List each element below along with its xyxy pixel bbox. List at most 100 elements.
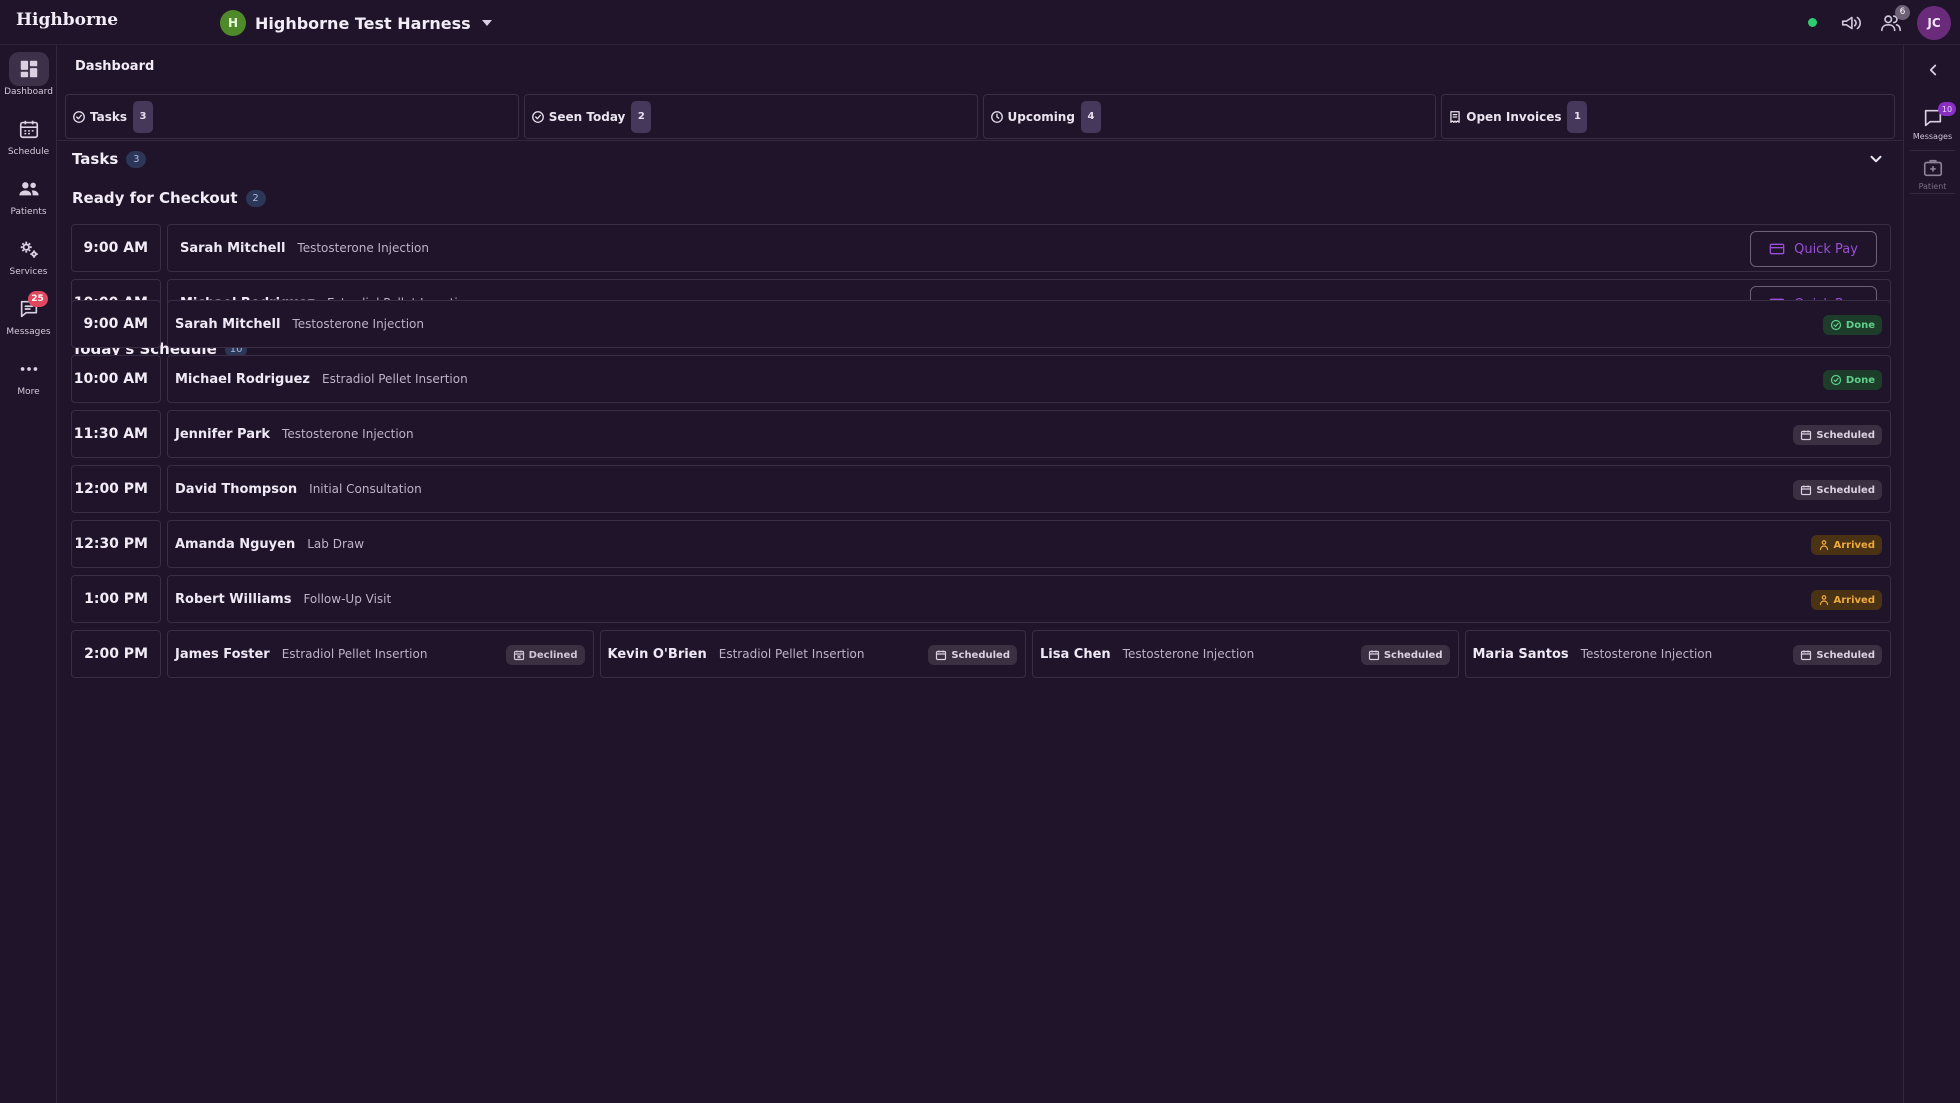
sidebar-item-messages[interactable]: 25 Messages (0, 291, 57, 342)
user-avatar[interactable]: JC (1917, 5, 1951, 40)
status-label: Declined (528, 649, 578, 661)
sidebar-item-services[interactable]: Services (0, 232, 57, 282)
appointment-time: 10:00 AM (71, 355, 161, 403)
appointment-card[interactable]: Amanda Nguyen Lab Draw Arrived (167, 520, 1891, 568)
tab-seen-today[interactable]: Seen Today 2 (523, 94, 978, 139)
appointment-card[interactable]: Jennifer Park Testosterone Injection Sched… (167, 410, 1891, 458)
service-name: Lab Draw (307, 537, 365, 551)
credit-card-icon (1769, 243, 1785, 255)
sidebar-icon-wrap (9, 112, 49, 146)
status-badge: Scheduled (1360, 645, 1450, 665)
status-badge: Scheduled (1793, 645, 1882, 665)
tab-label: Upcoming (1007, 109, 1075, 124)
calendar-icon (936, 650, 947, 661)
patient-name: Maria Santos (1472, 646, 1569, 662)
chevron-down-icon[interactable] (1867, 150, 1885, 168)
schedule-row: 2:00 PM James Foster Estradiol Pellet Inse… (71, 630, 1891, 678)
patient-name: David Thompson (175, 481, 298, 497)
calendar-icon (1368, 650, 1379, 661)
rail-divider (1910, 193, 1955, 194)
calendar-icon (1801, 485, 1812, 496)
appointment-card[interactable]: Robert Williams Follow-Up Visit Arrived (167, 575, 1891, 623)
sidebar-item-more[interactable]: More (0, 352, 57, 402)
check-circle-icon (1830, 319, 1842, 331)
org-avatar: H (220, 10, 246, 36)
tab-open-invoices[interactable]: Open Invoices 1 (1441, 94, 1895, 139)
tab-label: Tasks (90, 109, 128, 124)
status-badge: Scheduled (928, 645, 1017, 665)
checkout-count-badge: 2 (245, 189, 266, 207)
appointment-card[interactable]: Maria Santos Testosterone Injection Schedu… (1464, 630, 1891, 678)
checkout-section-header: Ready for Checkout 2 (72, 189, 266, 207)
checkout-card[interactable]: Sarah Mitchell Testosterone Injection Qu… (167, 224, 1891, 272)
schedule-row: 11:30 AM Jennifer Park Testosterone Inject… (71, 410, 1891, 458)
status-badge: Arrived (1810, 535, 1882, 555)
patient-name: Sarah Mitchell (175, 316, 281, 332)
person-arrived-icon (1819, 540, 1828, 551)
appointment-card[interactable]: Kevin O'Brien Estradiol Pellet Insertion S… (599, 630, 1026, 678)
sidebar-item-schedule[interactable]: Schedule (0, 112, 57, 162)
schedule-row: 1:00 PM Robert Williams Follow-Up Visit Arr… (71, 575, 1891, 623)
service-name: Estradiol Pellet Insertion (718, 647, 865, 661)
schedule-row: 12:00 PM David Thompson Initial Consultati… (71, 465, 1891, 513)
quick-pay-button[interactable]: Quick Pay (1750, 231, 1877, 267)
status-badge: Done (1822, 370, 1882, 390)
org-switcher[interactable]: H Highborne Test Harness (220, 8, 492, 38)
chevron-left-icon[interactable] (1924, 61, 1942, 79)
service-name: Testosterone Injection (1122, 647, 1255, 661)
rail-messages-badge: 10 (1938, 102, 1956, 116)
top-actions: 6 JC (1808, 0, 1960, 45)
service-name: Follow-Up Visit (303, 592, 392, 606)
sidebar-item-patients[interactable]: Patients (0, 172, 57, 222)
sidebar-icon-wrap: 25 (9, 291, 49, 326)
tab-upcoming[interactable]: Upcoming 4 (982, 94, 1437, 139)
service-name: Estradiol Pellet Insertion (321, 372, 468, 386)
checkout-title: Ready for Checkout (72, 189, 238, 207)
schedule-row: 12:30 PM Amanda Nguyen Lab Draw Arrived (71, 520, 1891, 568)
patient-name: Robert Williams (175, 591, 292, 607)
rail-item-patient[interactable]: Patient (1904, 157, 1960, 201)
patient-icon (1923, 159, 1942, 177)
tasks-section-header[interactable]: Tasks 3 (72, 150, 147, 168)
appointment-card[interactable]: Michael Rodriguez Estradiol Pellet Insert… (167, 355, 1891, 403)
rail-item-label: Patient (1918, 182, 1947, 191)
main-content: Dashboard Tasks 3 Seen Today 2 Upcoming … (57, 45, 1903, 1103)
stat-tabs: Tasks 3 Seen Today 2 Upcoming 4 Open Inv… (65, 94, 1895, 139)
schedule-row: 9:00 AM Sarah Mitchell Testosterone Inject… (71, 300, 1891, 348)
appointment-time: 12:00 PM (71, 465, 161, 513)
rail-item-messages[interactable]: 10 Messages (1904, 102, 1960, 151)
sidebar-icon-wrap (9, 352, 49, 386)
clock-icon (990, 110, 1003, 123)
appointment-card[interactable]: David Thompson Initial Consultation Schedu… (167, 465, 1891, 513)
gears-icon (20, 241, 38, 258)
messages-unread-badge: 25 (27, 291, 48, 307)
status-badge: Declined (505, 645, 585, 665)
appointment-time: 1:00 PM (71, 575, 161, 623)
status-badge: Scheduled (1793, 425, 1882, 445)
tab-tasks[interactable]: Tasks 3 (65, 94, 519, 139)
service-name: Testosterone Injection (282, 427, 414, 441)
online-status-indicator (1808, 18, 1817, 27)
appointment-time: 9:00 AM (71, 300, 161, 348)
announcements-button[interactable] (1837, 9, 1865, 37)
sidebar-item-dashboard[interactable]: Dashboard (0, 52, 57, 102)
tab-count: 2 (631, 100, 652, 133)
status-badge: Arrived (1810, 590, 1882, 610)
appointment-time: 12:30 PM (71, 520, 161, 568)
brand-logo[interactable]: Highborne (16, 10, 118, 30)
appointment-card[interactable]: James Foster Estradiol Pellet Insertion De… (167, 630, 594, 678)
sidebar-item-label: Patients (10, 207, 47, 217)
calendar-icon (1801, 650, 1812, 661)
check-circle-icon (531, 110, 544, 123)
patient-name: Michael Rodriguez (175, 371, 310, 387)
sidebar-item-label: Services (9, 267, 48, 277)
appointment-time: 2:00 PM (71, 630, 161, 678)
calendar-icon (19, 120, 38, 139)
more-icon (20, 367, 37, 371)
tasks-count-badge: 3 (126, 150, 147, 168)
appointment-card[interactable]: Sarah Mitchell Testosterone Injection Done (167, 300, 1891, 348)
staff-queue-button[interactable]: 6 (1877, 4, 1910, 37)
users-icon (18, 182, 39, 196)
status-label: Done (1845, 374, 1875, 386)
appointment-card[interactable]: Lisa Chen Testosterone Injection Scheduled (1032, 630, 1459, 678)
